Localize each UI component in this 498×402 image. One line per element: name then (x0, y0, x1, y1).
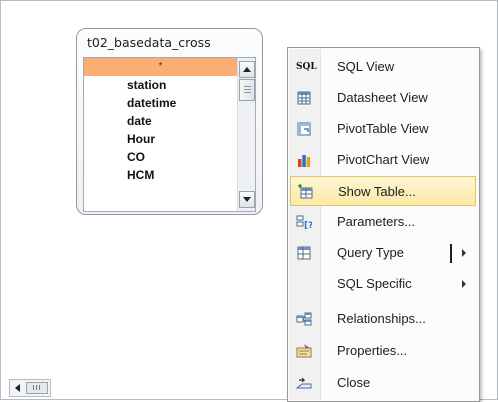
menu-item-label: SQL Specific (337, 276, 412, 291)
menu-item-pivottable-view[interactable]: PivotTable View (290, 114, 476, 144)
grip-line (244, 92, 251, 93)
field-item[interactable]: date (84, 112, 237, 130)
datasheet-icon (297, 91, 311, 105)
menu-item-show-table[interactable]: Show Table... (290, 176, 476, 206)
menu-item-query-type[interactable]: Query Type (290, 238, 476, 268)
menu-item-close[interactable]: Close (290, 368, 476, 398)
menu-item-relationships[interactable]: Relationships... (290, 304, 476, 334)
menu-item-sql-view[interactable]: SQL SQL View (290, 52, 476, 82)
field-item[interactable] (84, 184, 237, 202)
grip-line (244, 89, 251, 90)
sql-icon: SQL (296, 62, 317, 72)
pivottable-icon (297, 122, 311, 136)
grip-line (244, 86, 251, 87)
table-title[interactable]: t02_basedata_cross (87, 35, 211, 50)
submenu-arrow-icon (462, 280, 466, 288)
scroll-thumb[interactable] (239, 79, 255, 101)
svg-text:[?]: [?] (304, 221, 312, 230)
field-item[interactable]: station (84, 76, 237, 94)
menu-item-label: Show Table... (338, 184, 416, 199)
field-item[interactable]: HCM (84, 166, 237, 184)
show-table-icon (298, 184, 313, 199)
menu-item-label: PivotChart View (337, 152, 430, 167)
parameters-icon: [?] (296, 215, 312, 230)
scroll-up-button[interactable] (239, 61, 255, 78)
close-icon (296, 377, 312, 389)
menu-item-label: PivotTable View (337, 121, 429, 136)
query-type-icon (297, 246, 311, 260)
menu-item-sql-specific[interactable]: SQL Specific (290, 269, 476, 299)
scroll-down-button[interactable] (239, 191, 255, 208)
menu-item-parameters[interactable]: [?] Parameters... (290, 207, 476, 237)
menu-item-pivotchart-view[interactable]: PivotChart View (290, 145, 476, 175)
menu-item-label: SQL View (337, 59, 395, 74)
menu-item-properties[interactable]: Properties... (290, 336, 476, 366)
submenu-separator (450, 244, 452, 263)
menu-item-label: Datasheet View (337, 90, 428, 105)
menu-item-label: Parameters... (337, 214, 416, 229)
field-item[interactable]: CO (84, 148, 237, 166)
field-item[interactable]: Hour (84, 130, 237, 148)
horizontal-scrollbar[interactable] (9, 379, 51, 397)
menu-item-label: Close (337, 375, 371, 390)
properties-icon (296, 344, 312, 358)
menu-item-label: Relationships... (337, 311, 426, 326)
submenu-arrow-icon (462, 249, 466, 257)
field-list[interactable]: * station datetime date Hour CO HCM (83, 57, 256, 212)
field-item-all[interactable]: * (84, 58, 237, 76)
scroll-left-icon[interactable] (15, 384, 20, 392)
menu-item-datasheet-view[interactable]: Datasheet View (290, 83, 476, 113)
menu-item-label: Query Type (337, 245, 404, 260)
arrow-down-icon (243, 197, 251, 202)
field-item[interactable]: datetime (84, 94, 237, 112)
relationships-icon (296, 312, 312, 326)
arrow-up-icon (243, 67, 251, 72)
menu-item-label: Properties... (337, 343, 408, 358)
context-menu: SQL SQL View Datasheet View PivotTable V… (287, 47, 480, 402)
pivotchart-icon (298, 155, 311, 167)
table-field-list[interactable]: t02_basedata_cross * station datetime da… (76, 28, 263, 215)
horizontal-scroll-thumb[interactable] (26, 382, 48, 394)
field-list-scrollbar[interactable] (237, 58, 255, 211)
